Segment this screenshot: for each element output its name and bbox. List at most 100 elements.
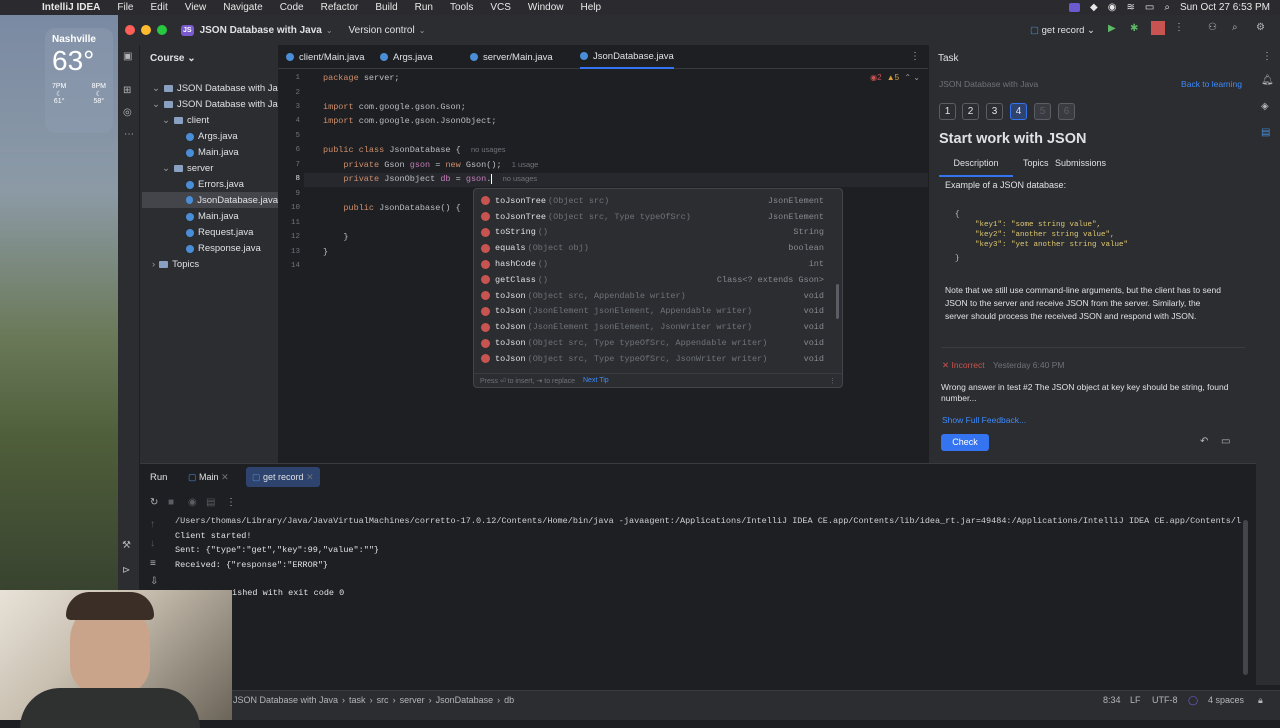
search-icon[interactable]: ⌕ [1164, 2, 1170, 13]
step-5-button[interactable]: 5 [1034, 103, 1051, 120]
tree-item[interactable]: ⌄ server [162, 163, 213, 174]
more-icon[interactable]: ⋮ [829, 377, 836, 385]
weather-widget[interactable]: Nashville 63° 7PM ☾ 61° 8PM ☾ 58° [45, 28, 113, 133]
tree-item[interactable]: ⌄ JSON Database with Java [152, 99, 288, 110]
more-icon[interactable]: ⋮ [1262, 51, 1272, 62]
wrap-icon[interactable]: ≡ [150, 558, 156, 569]
completion-item[interactable]: toJson (JsonElement jsonElement, JsonWrit… [474, 319, 826, 335]
ai-icon[interactable]: ◯ [1188, 695, 1198, 706]
ai-assistant-icon[interactable]: ◈ [1261, 101, 1269, 112]
notifications-icon[interactable]: 🔔︎ [1261, 75, 1274, 86]
tab-server-main[interactable]: server/Main.java [470, 45, 553, 69]
step-1-button[interactable]: 1 [939, 103, 956, 120]
encoding[interactable]: UTF-8 [1152, 695, 1178, 705]
minimize-window-button[interactable] [141, 25, 151, 35]
completion-item[interactable]: toJsonTree (Object src, Type typeOfSrc) Js… [474, 209, 826, 225]
battery-icon[interactable]: ▭ [1145, 2, 1154, 13]
settings-icon[interactable]: ⚙ [1256, 22, 1265, 33]
more-icon[interactable]: ⋯ [124, 129, 134, 140]
tree-item[interactable]: Main.java [186, 211, 239, 222]
menu-code[interactable]: Code [280, 2, 304, 13]
dropbox-icon[interactable]: ◆ [1090, 2, 1098, 13]
lock-icon[interactable]: 🔒︎ [1258, 695, 1263, 706]
project-view-icon[interactable]: ▣ [123, 51, 132, 62]
completion-item[interactable]: equals (Object obj) boolean [474, 240, 826, 256]
debug-icon[interactable]: ✱ [1130, 23, 1138, 34]
tree-item-selected[interactable]: JsonDatabase.java [142, 192, 278, 208]
reset-icon[interactable]: ↶ [1200, 436, 1208, 447]
rerun-icon[interactable]: ↻ [150, 497, 158, 508]
add-user-icon[interactable]: ⚇ [1208, 22, 1217, 33]
step-4-button[interactable]: 4 [1010, 103, 1027, 120]
clock[interactable]: Sun Oct 27 6:53 PM [1180, 2, 1270, 13]
vcs-widget[interactable]: Version control [349, 25, 415, 36]
tab-client-main[interactable]: client/Main.java [286, 45, 364, 69]
back-to-learning-link[interactable]: Back to learning [1181, 79, 1242, 89]
screen-record-icon[interactable] [1069, 3, 1081, 12]
run-config-select[interactable]: ▢ get record ⌄ [1030, 25, 1095, 36]
menu-edit[interactable]: Edit [150, 2, 167, 13]
control-icon[interactable]: ◉ [1108, 2, 1117, 13]
menu-file[interactable]: File [117, 2, 133, 13]
menu-view[interactable]: View [185, 2, 207, 13]
close-window-button[interactable] [125, 25, 135, 35]
menu-tools[interactable]: Tools [450, 2, 473, 13]
completion-item[interactable]: toJson (Object src, Type typeOfSrc, JsonW… [474, 351, 826, 367]
tree-item[interactable]: Main.java [186, 147, 239, 158]
layout-icon[interactable]: ▤ [206, 497, 215, 508]
menu-navigate[interactable]: Navigate [223, 2, 262, 13]
project-panel-header[interactable]: Course ⌄ [150, 53, 196, 64]
run-tab-main[interactable]: ▢ Main ✕ [188, 472, 229, 483]
structure-icon[interactable]: ⊞ [123, 85, 131, 96]
stop-icon[interactable] [1151, 21, 1165, 35]
more-icon[interactable]: ⋮ [226, 497, 236, 508]
popup-scrollbar[interactable] [836, 284, 839, 319]
tree-item[interactable]: Errors.java [186, 179, 244, 190]
scroll-end-icon[interactable]: ⇩ [150, 576, 158, 587]
completion-item[interactable]: toJsonTree (Object src) JsonElement [474, 193, 826, 209]
project-switcher[interactable]: JSON Database with Java [200, 25, 322, 36]
task-panel-icon[interactable]: ▤ [1261, 127, 1270, 138]
camera-icon[interactable]: ◉ [188, 497, 197, 508]
menu-run[interactable]: Run [415, 2, 433, 13]
build-icon[interactable]: ⚒ [122, 540, 131, 551]
breadcrumb-item[interactable]: src [377, 695, 389, 705]
tree-item[interactable]: Request.java [186, 227, 253, 238]
completion-item[interactable]: toJson (JsonElement jsonElement, Appendab… [474, 304, 826, 320]
breadcrumb-item[interactable]: db [504, 695, 514, 705]
tree-item[interactable]: ⌄ JSON Database with Java [152, 83, 288, 94]
caret-position[interactable]: 8:34 [1103, 695, 1121, 705]
more-icon[interactable]: ⋮ [1174, 22, 1184, 33]
plugin-icon[interactable]: ◎ [123, 107, 132, 118]
breadcrumb-item[interactable]: server [400, 695, 425, 705]
completion-item[interactable]: toJson (Object src, Type typeOfSrc, Appen… [474, 335, 826, 351]
run-tab-get-record[interactable]: ▢ get record ✕ [246, 467, 320, 487]
tab-jsondatabase[interactable]: JsonDatabase.java [580, 45, 674, 69]
check-button[interactable]: Check [941, 434, 989, 451]
tree-item[interactable]: Args.java [186, 131, 238, 142]
console-scrollbar[interactable] [1243, 520, 1248, 675]
completion-item[interactable]: getClass() Class<? extends Gson> [474, 272, 826, 288]
menu-build[interactable]: Build [375, 2, 397, 13]
breadcrumb-item[interactable]: JsonDatabase [436, 695, 494, 705]
arrow-down-icon[interactable]: ↓ [150, 538, 155, 549]
step-2-button[interactable]: 2 [962, 103, 979, 120]
menu-window[interactable]: Window [528, 2, 564, 13]
zoom-window-button[interactable] [157, 25, 167, 35]
step-6-button[interactable]: 6 [1058, 103, 1075, 120]
breadcrumb-item[interactable]: JSON Database with Java [233, 695, 338, 705]
step-3-button[interactable]: 3 [986, 103, 1003, 120]
completion-item[interactable]: toJson (Object src, Appendable writer) voi… [474, 288, 826, 304]
menu-app[interactable]: IntelliJ IDEA [42, 2, 100, 13]
search-icon[interactable]: ⌕ [1232, 22, 1238, 33]
wifi-icon[interactable]: ≋ [1126, 2, 1134, 13]
menu-help[interactable]: Help [581, 2, 602, 13]
menu-refactor[interactable]: Refactor [321, 2, 359, 13]
tab-submissions[interactable]: Submissions [1055, 155, 1106, 171]
tab-topics[interactable]: Topics [1023, 155, 1049, 171]
indent[interactable]: 4 spaces [1208, 695, 1244, 705]
tab-args[interactable]: Args.java [380, 45, 433, 69]
breadcrumb-item[interactable]: task [349, 695, 366, 705]
menu-vcs[interactable]: VCS [490, 2, 511, 13]
run-icon[interactable]: ▶ [1108, 23, 1116, 34]
